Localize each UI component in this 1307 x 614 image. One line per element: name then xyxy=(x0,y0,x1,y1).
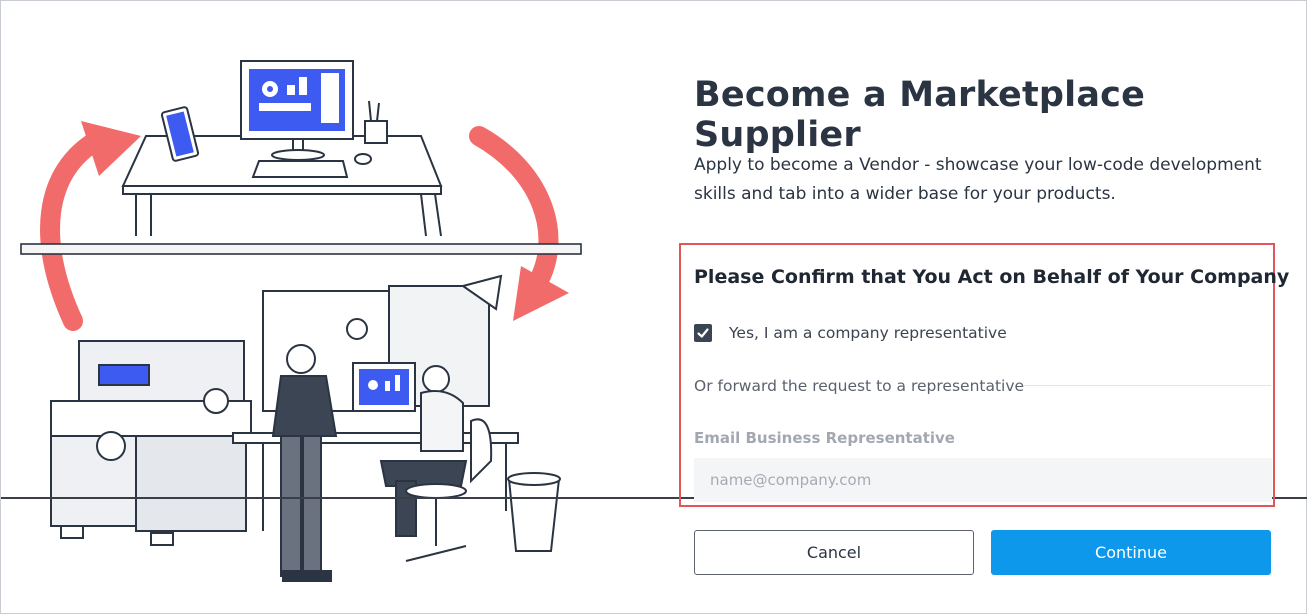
dialog-title: Become a Marketplace Supplier xyxy=(694,75,1146,155)
top-desk xyxy=(121,60,443,237)
marketplace-illustration xyxy=(20,60,582,582)
checkmark-icon xyxy=(697,328,709,338)
workshop-scene xyxy=(50,274,561,582)
continue-button[interactable]: Continue xyxy=(991,530,1271,575)
forward-request-text: Or forward the request to a representati… xyxy=(694,377,1025,395)
email-field-label: Email Business Representative xyxy=(694,429,955,447)
dialog-intro: Apply to become a Vendor - showcase your… xyxy=(694,155,1262,204)
email-field[interactable] xyxy=(694,458,1272,502)
left-curved-arrow xyxy=(40,121,141,331)
cancel-button[interactable]: Cancel xyxy=(694,530,974,575)
forward-divider xyxy=(1023,385,1271,386)
representative-checkbox[interactable] xyxy=(694,324,712,342)
confirm-heading: Please Confirm that You Act on Behalf of… xyxy=(694,266,1290,288)
representative-checkbox-label[interactable]: Yes, I am a company representative xyxy=(729,324,1007,342)
dialog: Become a Marketplace Supplier Apply to b… xyxy=(0,0,1307,614)
